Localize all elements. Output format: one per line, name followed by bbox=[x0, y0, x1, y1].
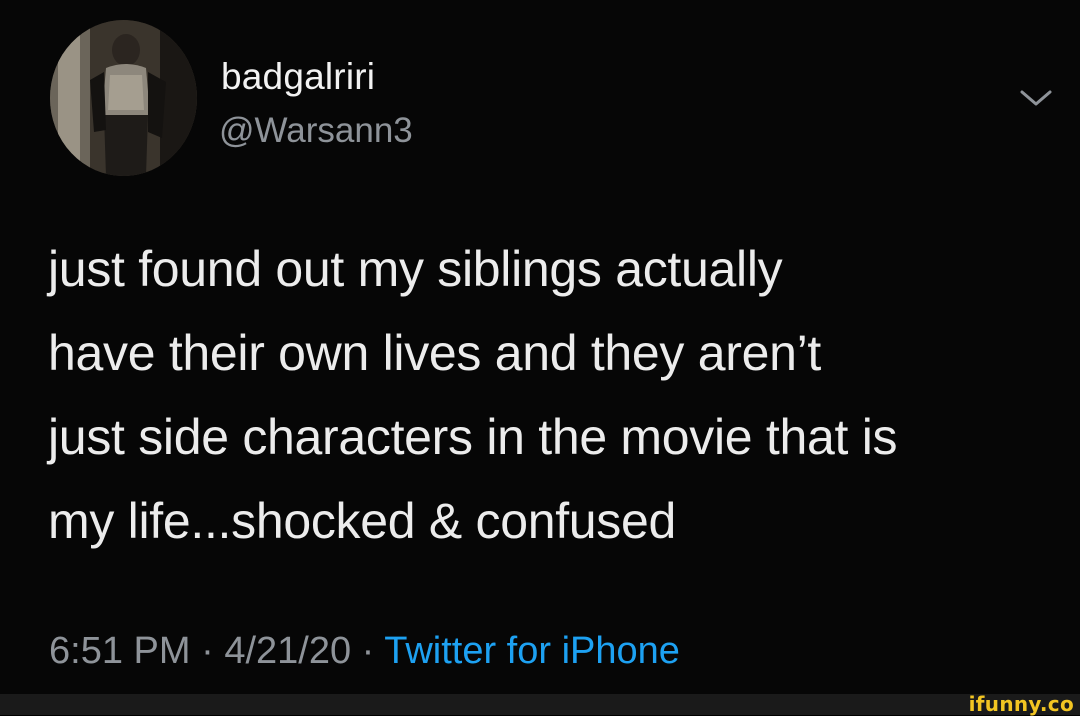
meta-separator: · bbox=[190, 630, 225, 672]
ifunny-watermark: ifunny.co bbox=[968, 692, 1074, 716]
tweet-metadata: 6:51 PM · 4/21/20 · Twitter for iPhone bbox=[49, 630, 680, 673]
chevron-down-icon[interactable] bbox=[1018, 86, 1054, 110]
avatar[interactable] bbox=[50, 20, 197, 176]
meta-separator: · bbox=[351, 630, 385, 672]
tweet-text: just found out my siblings actually have… bbox=[48, 241, 898, 549]
tweet-source-link[interactable]: Twitter for iPhone bbox=[384, 630, 680, 672]
footer-bar: ifunny.co bbox=[0, 692, 1080, 716]
tweet-card: badgalriri @Warsann3 just found out my s… bbox=[0, 0, 1080, 694]
tweet-time[interactable]: 6:51 PM bbox=[49, 630, 191, 672]
user-handle[interactable]: @Warsann3 bbox=[219, 111, 413, 151]
tweet-date[interactable]: 4/21/20 bbox=[224, 630, 351, 672]
display-name[interactable]: badgalriri bbox=[221, 56, 375, 98]
profile-photo-image bbox=[50, 20, 197, 176]
